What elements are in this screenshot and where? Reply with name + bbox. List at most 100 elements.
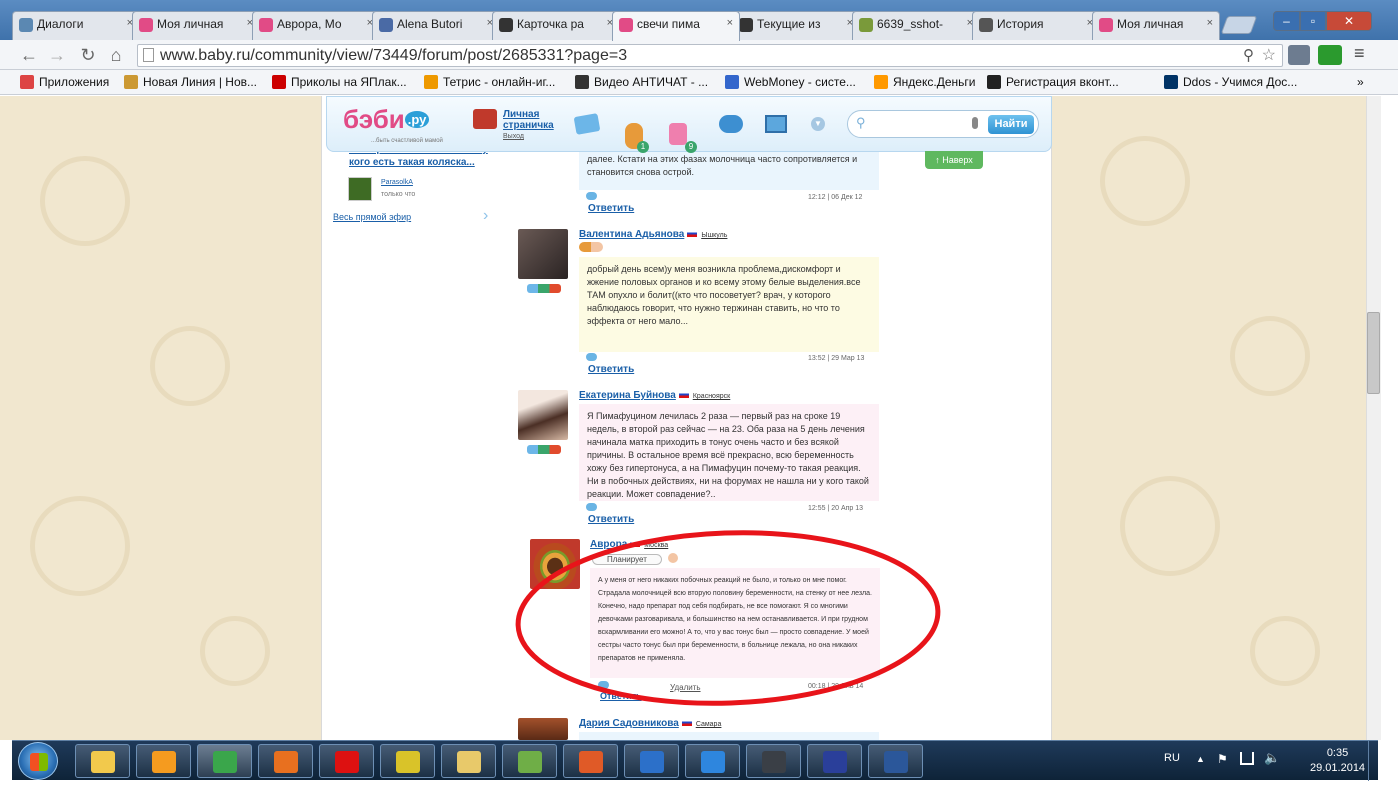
gifts-icon[interactable] (669, 123, 687, 145)
bookmark-item[interactable]: Новая Линия | Нов... (124, 75, 257, 89)
taskbar-app-button[interactable] (197, 744, 252, 778)
taskbar-app-button[interactable] (380, 744, 435, 778)
author-name-text[interactable]: Валентина Адьянова (579, 229, 684, 240)
author-city[interactable]: Ышкуль (701, 232, 727, 239)
language-indicator[interactable]: RU (1164, 752, 1180, 764)
bookmark-label: Ddos - Учимся Дос... (1183, 75, 1298, 89)
tab-4[interactable]: Alena Butori × (372, 11, 500, 40)
bookmark-item[interactable]: Видео АНТИЧАТ - ... (575, 75, 708, 89)
tab-3[interactable]: Аврора, Мо × (252, 11, 380, 40)
author-name[interactable]: Валентина Адьянова Ышкуль (579, 229, 727, 240)
show-desktop-button[interactable] (1368, 741, 1378, 781)
microphone-icon[interactable] (972, 117, 978, 129)
taskbar-app-button[interactable] (746, 744, 801, 778)
vk-dialog-icon (19, 18, 33, 32)
author-avatar[interactable] (518, 718, 568, 740)
close-tab-icon[interactable]: × (1207, 17, 1213, 29)
address-bar[interactable]: www.baby.ru/community/view/73449/forum/p… (137, 44, 1283, 67)
user-action-icons[interactable] (527, 284, 561, 293)
profile-link[interactable]: Личная страничка (503, 109, 563, 131)
page-scrollbar[interactable] (1366, 96, 1381, 740)
taskbar-app-button[interactable] (685, 744, 740, 778)
taskbar-app-button[interactable] (258, 744, 313, 778)
tab-2[interactable]: Моя личная × (132, 11, 260, 40)
author-city[interactable]: Самара (696, 721, 722, 728)
taskbar-app-button[interactable] (136, 744, 191, 778)
start-button[interactable] (18, 742, 58, 780)
live-feed-link[interactable]: Весь прямой эфир (333, 212, 411, 222)
reload-icon[interactable]: ↻ (77, 44, 99, 66)
taskbar-app-button[interactable] (319, 744, 374, 778)
bookmark-item[interactable]: WebMoney - систе... (725, 75, 856, 89)
user-avatar-small[interactable] (473, 109, 497, 129)
tab-10[interactable]: Моя личная × (1092, 11, 1220, 40)
search-box[interactable]: ⚲ Найти (847, 110, 1039, 138)
close-window-button[interactable]: ✕ (1326, 11, 1372, 31)
user-action-icons[interactable] (527, 445, 561, 454)
author-avatar[interactable] (518, 390, 568, 440)
system-clock[interactable]: 0:35 29.01.2014 (1310, 746, 1365, 776)
bookmark-item[interactable]: Приколы на ЯПлак... (272, 75, 407, 89)
taskbar-app-button[interactable] (441, 744, 496, 778)
logout-link[interactable]: Выход (503, 133, 524, 140)
tab-9[interactable]: История × (972, 11, 1100, 40)
forward-icon[interactable]: → (46, 44, 68, 66)
bookmark-item[interactable]: Яндекс.Деньги (874, 75, 975, 89)
taskbar-app-button[interactable] (624, 744, 679, 778)
bookmark-item[interactable]: Регистрация вконт... (987, 75, 1119, 89)
tab-6[interactable]: свечи пима × (612, 11, 740, 41)
tab-1[interactable]: Диалоги × (12, 11, 140, 40)
volume-icon[interactable]: 🔈 (1264, 750, 1280, 766)
red-annotation-ellipse (515, 530, 941, 706)
reply-button[interactable]: Ответить (588, 192, 634, 214)
network-icon[interactable] (1240, 752, 1254, 765)
menu-icon[interactable]: ≡ (1354, 43, 1365, 64)
photo-icon[interactable] (765, 115, 787, 133)
post-text: далее. Кстати на этих фазах молочница ча… (579, 148, 879, 190)
taskbar-app-button[interactable] (868, 744, 923, 778)
taskbar-app-button[interactable] (502, 744, 557, 778)
bookmark-star-icon[interactable]: ☆ (1262, 45, 1276, 65)
zoom-icon[interactable]: ⚲ (1243, 46, 1254, 64)
bookmarks-overflow-button[interactable]: » (1357, 75, 1364, 89)
history-icon (979, 18, 993, 32)
author-name-text[interactable]: Екатерина Буйнова (579, 390, 676, 401)
site-logo[interactable]: бэби .ру ...быть счастливой мамой (343, 104, 443, 144)
back-icon[interactable]: ← (18, 44, 40, 66)
chevron-right-icon[interactable]: › (483, 207, 488, 225)
tab-title: Текущие из (757, 17, 821, 31)
minimize-button[interactable]: – (1273, 11, 1300, 31)
reply-button[interactable]: Ответить (588, 353, 634, 375)
sidebar-author-link[interactable]: ParasolkA (381, 179, 413, 186)
extension-login-icon[interactable] (1318, 45, 1342, 65)
author-avatar[interactable] (518, 229, 568, 279)
apps-icon (20, 75, 34, 89)
url-text: www.baby.ru/community/view/73449/forum/p… (160, 47, 628, 64)
home-icon[interactable]: ⌂ (105, 44, 127, 66)
taskbar-app-button[interactable] (807, 744, 862, 778)
tab-8[interactable]: 6639_sshot- × (852, 11, 980, 40)
tab-title: Аврора, Мо (277, 17, 342, 31)
scrollbar-thumb[interactable] (1367, 312, 1380, 394)
bookmark-label: WebMoney - систе... (744, 75, 856, 89)
maximize-button[interactable]: ▫ (1300, 11, 1326, 31)
sidebar-author-avatar[interactable] (348, 177, 372, 201)
tab-5[interactable]: Карточка ра × (492, 11, 620, 40)
action-center-flag-icon[interactable]: ⚑ (1217, 752, 1228, 766)
extension-weather-icon[interactable] (1288, 45, 1310, 65)
taskbar-app-button[interactable] (563, 744, 618, 778)
bookmark-item[interactable]: Приложения (20, 75, 109, 89)
search-button[interactable]: Найти (988, 115, 1034, 134)
chat-icon[interactable] (719, 115, 743, 133)
dropdown-icon[interactable]: ▼ (811, 117, 825, 131)
show-hidden-icons-icon[interactable]: ▲ (1196, 754, 1205, 764)
bookmark-item[interactable]: Ddos - Учимся Дос... (1164, 75, 1297, 89)
close-tab-icon[interactable]: × (727, 17, 733, 29)
author-name[interactable]: Екатерина Буйнова Красноярск (579, 390, 730, 401)
scroll-to-top-button[interactable]: ↑ Наверх (925, 151, 983, 169)
bookmark-item[interactable]: Тетрис - онлайн-иг... (424, 75, 555, 89)
taskbar-app-button[interactable] (75, 744, 130, 778)
author-city[interactable]: Красноярск (693, 393, 730, 400)
tab-7[interactable]: Текущие из × (732, 11, 860, 40)
notepad-icon[interactable] (573, 113, 601, 135)
